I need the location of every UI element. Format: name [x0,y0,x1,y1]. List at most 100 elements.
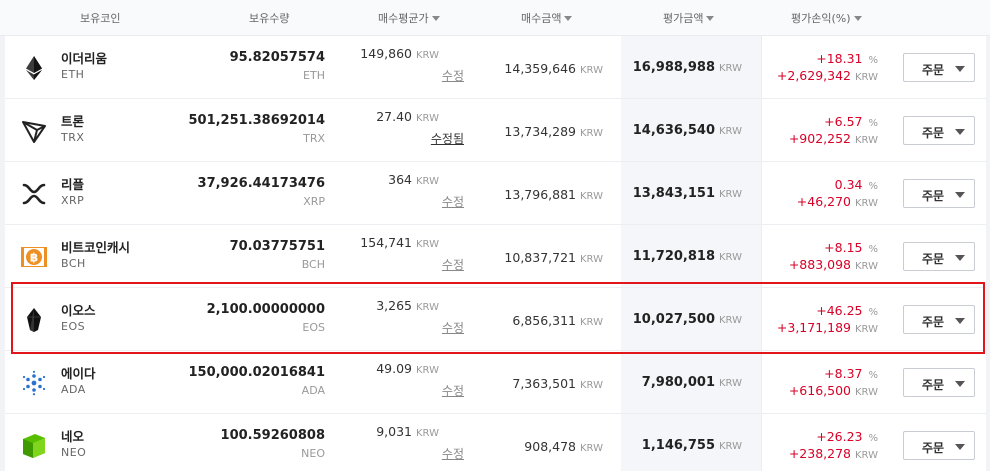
holding-qty: 150,000.02016841 [188,365,325,380]
edit-avg-link[interactable]: 수정됨 [431,130,464,147]
eval-amount: 7,980,001 KRW [642,375,742,390]
order-button[interactable]: 주문 [903,368,975,397]
buy-amount-value: 10,837,721 [504,250,576,265]
order-button-label: 주문 [922,441,945,455]
table-header: 보유코인 보유수량 매수평균가 매수금액 평가금액 평가손익(%) [0,0,990,36]
order-button[interactable]: 주문 [903,242,975,271]
pnl-amount: +2,629,342 KRW [777,68,878,83]
pnl-amount: +238,278 KRW [789,446,878,461]
avg-price-value: 9,031 [376,424,412,439]
order-button[interactable]: 주문 [903,179,975,208]
pnl-percent-value: +26.23 [816,429,863,444]
buy-amount: 13,796,881 KRW [504,187,603,202]
pnl-amount-value: +883,098 [788,257,851,272]
pnl-percent-value: 0.34 [834,177,863,192]
header-eval-sort[interactable]: 평가금액 [663,10,715,26]
order-button-label: 주문 [922,252,945,266]
order-button-label: 주문 [922,126,945,140]
eval-amount-value: 13,843,151 [632,186,715,201]
buy-amount-value: 908,478 [524,439,576,454]
edit-avg-link[interactable]: 수정 [442,382,464,399]
buy-amount-value: 13,796,881 [504,187,576,202]
sort-caret-icon [853,16,862,21]
holding-qty: 100.59260808 [220,428,325,443]
edit-avg-link[interactable]: 수정 [442,256,464,273]
avg-price-unit: KRW [416,428,439,439]
avg-price-unit: KRW [416,239,439,250]
pnl-amount-unit: KRW [855,198,878,209]
table-row[interactable]: ฿ 비트코인캐시 BCH 70.03775751 BCH 154,741 KRW … [5,225,986,288]
eval-amount: 11,720,818 KRW [633,249,742,264]
buy-amount-value: 14,359,646 [504,61,576,76]
header-eval-label: 평가금액 [663,12,704,25]
ripple-icon [21,181,47,207]
header-coin: 보유코인 [80,12,121,25]
chevron-down-icon [955,66,965,72]
buy-amount-unit: KRW [580,443,603,454]
eval-amount-value: 7,980,001 [641,375,715,390]
sort-caret-icon [706,16,715,21]
pnl-amount-value: +46,270 [796,194,851,209]
header-avg-sort[interactable]: 매수평균가 [378,10,440,26]
svg-text:฿: ฿ [30,251,38,265]
eval-amount: 13,843,151 KRW [633,186,742,201]
header-qty: 보유수량 [249,12,290,25]
pnl-percent: +26.23% [816,429,878,444]
table-row[interactable]: 리플 XRP 37,926.44173476 XRP 364 KRW 수정 13,… [5,162,986,225]
order-button[interactable]: 주문 [903,116,975,145]
table-row[interactable]: 이더리움 ETH 95.82057574 ETH 149,860 KRW 수정 1… [5,36,986,99]
pnl-amount: +46,270 KRW [797,194,878,209]
pnl-amount-unit: KRW [855,135,878,146]
edit-avg-link[interactable]: 수정 [442,445,464,462]
pnl-amount-value: +616,500 [788,383,851,398]
order-button[interactable]: 주문 [903,53,975,82]
pnl-amount-value: +2,629,342 [776,68,851,83]
buy-amount: 14,359,646 KRW [504,61,603,76]
holding-qty-symbol: BCH [301,258,325,271]
header-pnl-sort[interactable]: 평가손익(%) [791,10,862,26]
tron-icon [21,118,47,144]
pnl-amount: +616,500 KRW [789,383,878,398]
coin-name: 네오 [61,429,85,444]
eval-amount-value: 1,146,755 [641,438,715,453]
table-row[interactable]: 네오 NEO 100.59260808 NEO 9,031 KRW 수정 908,… [5,414,986,471]
coin-name: 이더리움 [61,51,108,66]
coin-symbol: TRX [61,131,85,144]
table-row[interactable]: 에이다 ADA 150,000.02016841 ADA 49.09 KRW 수정… [5,351,986,414]
table-row[interactable]: 트론 TRX 501,251.38692014 TRX 27.40 KRW 수정됨… [5,99,986,162]
pnl-percent: +6.57% [824,114,878,129]
chevron-down-icon [955,129,965,135]
pnl-amount-value: +238,278 [788,446,851,461]
buy-amount: 10,837,721 KRW [504,250,603,265]
buy-amount-value: 7,363,501 [512,376,576,391]
avg-price-value: 154,741 [360,235,412,250]
holding-qty: 70.03775751 [229,239,325,254]
order-button[interactable]: 주문 [903,431,975,460]
pnl-amount-unit: KRW [855,450,878,461]
edit-avg-link[interactable]: 수정 [442,193,464,210]
avg-price: 49.09 KRW [376,361,439,376]
header-buy-sort[interactable]: 매수금액 [521,10,573,26]
coin-symbol: NEO [61,446,87,459]
holding-qty: 37,926.44173476 [197,176,325,191]
chevron-down-icon [955,192,965,198]
coin-name: 비트코인캐시 [61,240,131,255]
scrollbar[interactable] [986,36,990,471]
order-button-label: 주문 [922,378,945,392]
coin-name: 에이다 [61,366,96,381]
edit-avg-link[interactable]: 수정 [442,67,464,84]
pnl-amount-unit: KRW [855,72,878,83]
holding-qty-symbol: NEO [301,447,325,460]
eval-amount: 16,988,988 KRW [633,60,742,75]
eval-amount-unit: KRW [719,63,742,74]
avg-price-value: 27.40 [376,109,412,124]
holding-qty-symbol: TRX [303,132,325,145]
coin-symbol: ETH [61,68,85,81]
avg-price: 27.40 KRW [376,109,439,124]
avg-price-unit: KRW [416,176,439,187]
pnl-percent-value: +6.57 [824,114,863,129]
avg-price: 364 KRW [388,172,439,187]
buy-amount-unit: KRW [580,65,603,76]
eval-amount-unit: KRW [719,252,742,263]
holding-qty-symbol: ETH [303,69,325,82]
